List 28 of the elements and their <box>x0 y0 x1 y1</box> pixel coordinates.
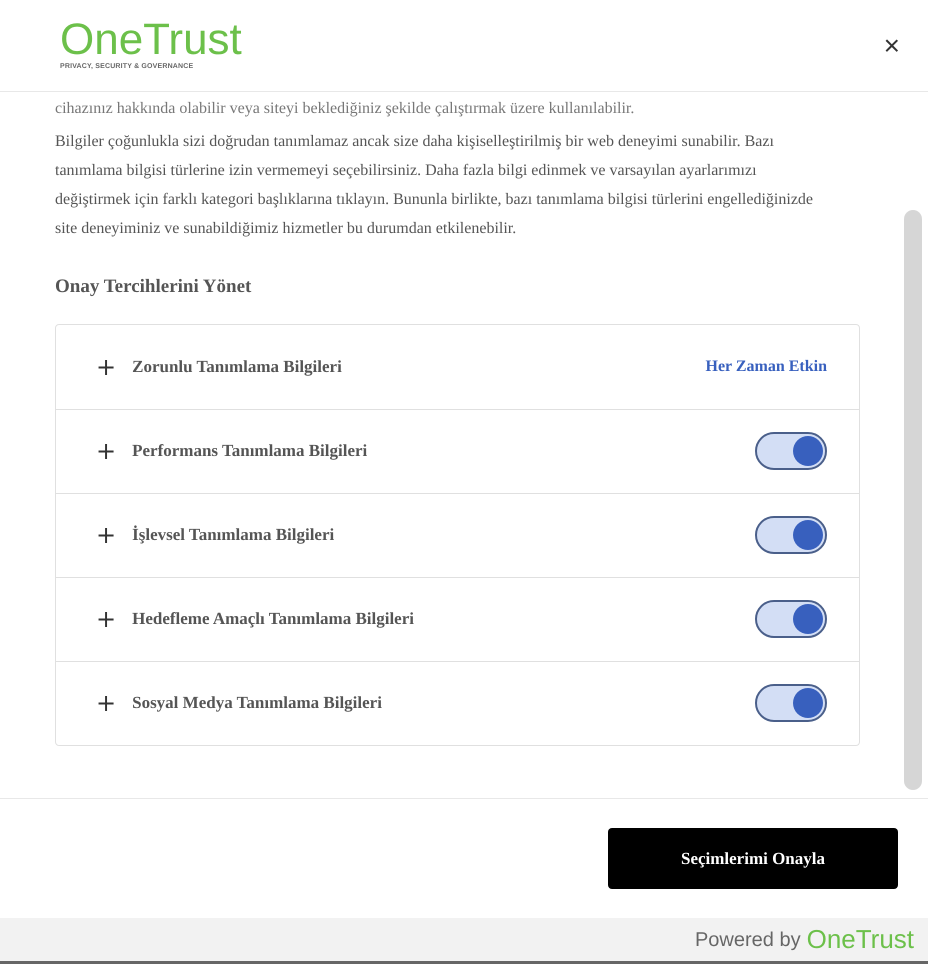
category-row[interactable]: + Performans Tanımlama Bilgileri <box>56 408 859 492</box>
expand-icon[interactable]: + <box>96 691 116 715</box>
toggle-switch[interactable] <box>755 600 827 638</box>
section-title: Onay Tercihlerini Yönet <box>55 275 252 299</box>
confirm-button[interactable]: Seçimlerimi Onayla <box>608 828 898 889</box>
category-row[interactable]: + Sosyal Medya Tanımlama Bilgileri <box>56 660 859 744</box>
expand-icon[interactable]: + <box>96 354 116 378</box>
expand-icon[interactable]: + <box>96 523 116 547</box>
toggle-switch[interactable] <box>755 432 827 470</box>
description-text: cihazınız hakkında olabilir veya siteyi beklediğiniz şekilde çalıştırmak üzere kullanılabilir. <box>55 99 636 119</box>
expand-icon[interactable]: + <box>96 439 116 463</box>
category-label: Zorunlu Tanımlama Bilgileri <box>132 356 342 378</box>
category-row[interactable]: + İşlevsel Tanımlama Bilgileri <box>56 492 859 576</box>
logo: OneTrust <box>60 18 242 62</box>
category-label: Performans Tanımlama Bilgileri <box>132 440 368 462</box>
category-row[interactable]: + Zorunlu Tanımlama Bilgileri Her Zaman Etkin <box>56 324 859 408</box>
category-label: İşlevsel Tanımlama Bilgileri <box>132 524 334 546</box>
close-button[interactable]: × <box>876 32 908 60</box>
category-row[interactable]: + Hedefleme Amaçlı Tanımlama Bilgileri <box>56 576 859 660</box>
status-text: Her Zaman Etkin <box>706 356 827 376</box>
powered-by-text: Powered by <box>694 928 801 952</box>
expand-icon[interactable]: + <box>96 607 116 631</box>
category-label: Hedefleme Amaçlı Tanımlama Bilgileri <box>132 608 414 630</box>
toggle-switch[interactable] <box>755 684 827 722</box>
toggle-switch[interactable] <box>755 516 827 554</box>
scrollbar-thumb[interactable] <box>904 210 922 790</box>
description-text: Bilgiler çoğunlukla sizi doğrudan tanımlamaz ancak size daha kişiselleştirilmiş bir web deneyimi sunabilir. Bazı tanımlama bilgisi türlerine izin vermemeyi seçebilirsiniz. Daha fazla bilgi edinmek ve varsayılan ayarlarımızı değiştirmek için farklı kategori başlıklarına tıklayın. Bununla birlikte, bazı tanımlama bilgisi türlerini engellediğinizde site deneyiminiz ve sunabildiğimiz hizmetler bu durumdan etkilenebilir. <box>55 132 814 239</box>
category-label: Sosyal Medya Tanımlama Bilgileri <box>132 692 382 714</box>
